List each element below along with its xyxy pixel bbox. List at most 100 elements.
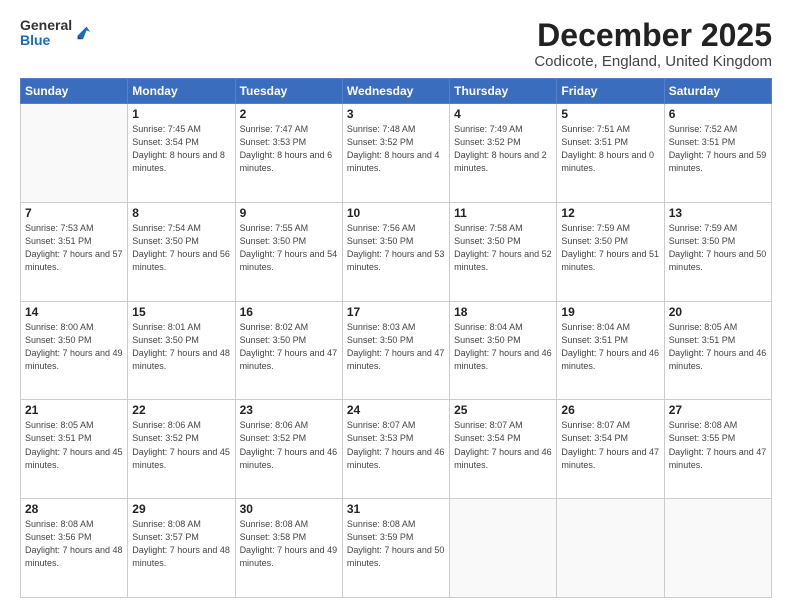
calendar-cell: 24 Sunrise: 8:07 AMSunset: 3:53 PMDayligh… [342, 400, 449, 499]
day-info: Sunrise: 8:06 AMSunset: 3:52 PMDaylight:… [132, 419, 230, 471]
logo-text: General Blue [20, 18, 72, 49]
page: General Blue December 2025 Codicote, Eng… [0, 0, 792, 612]
day-info: Sunrise: 8:08 AMSunset: 3:56 PMDaylight:… [25, 518, 123, 570]
calendar-cell: 22 Sunrise: 8:06 AMSunset: 3:52 PMDayligh… [128, 400, 235, 499]
header-friday: Friday [557, 79, 664, 104]
day-number: 21 [25, 403, 123, 417]
calendar-week-1: 7Sunrise: 7:53 AMSunset: 3:51 PMDaylight… [21, 202, 772, 301]
day-info: Sunrise: 8:07 AMSunset: 3:53 PMDaylight:… [347, 419, 445, 471]
day-number: 16 [240, 305, 338, 319]
subtitle: Codicote, England, United Kingdom [534, 53, 772, 70]
calendar-cell: 10 Sunrise: 7:56 AMSunset: 3:50 PMDayligh… [342, 202, 449, 301]
calendar-cell: 5 Sunrise: 7:51 AMSunset: 3:51 PMDaylight… [557, 104, 664, 203]
calendar-cell: 13 Sunrise: 7:59 AMSunset: 3:50 PMDayligh… [664, 202, 771, 301]
day-number: 20 [669, 305, 767, 319]
calendar-week-0: 1Sunrise: 7:45 AMSunset: 3:54 PMDaylight… [21, 104, 772, 203]
day-number: 22 [132, 403, 230, 417]
day-info: Sunrise: 8:07 AMSunset: 3:54 PMDaylight:… [561, 419, 659, 471]
calendar-cell: 8Sunrise: 7:54 AMSunset: 3:50 PMDaylight… [128, 202, 235, 301]
day-number: 18 [454, 305, 552, 319]
calendar-cell: 4Sunrise: 7:49 AMSunset: 3:52 PMDaylight… [450, 104, 557, 203]
header-tuesday: Tuesday [235, 79, 342, 104]
day-number: 17 [347, 305, 445, 319]
calendar-cell: 25 Sunrise: 8:07 AMSunset: 3:54 PMDayligh… [450, 400, 557, 499]
calendar-cell: 11Sunrise: 7:58 AMSunset: 3:50 PMDayligh… [450, 202, 557, 301]
logo-blue: Blue [20, 33, 72, 48]
calendar-cell: 16 Sunrise: 8:02 AMSunset: 3:50 PMDayligh… [235, 301, 342, 400]
calendar-cell: 14Sunrise: 8:00 AMSunset: 3:50 PMDayligh… [21, 301, 128, 400]
day-number: 1 [132, 107, 230, 121]
day-number: 25 [454, 403, 552, 417]
day-number: 13 [669, 206, 767, 220]
day-number: 28 [25, 502, 123, 516]
day-number: 31 [347, 502, 445, 516]
day-info: Sunrise: 8:08 AMSunset: 3:57 PMDaylight:… [132, 518, 230, 570]
day-info: Sunrise: 8:01 AMSunset: 3:50 PMDaylight:… [132, 321, 230, 373]
logo: General Blue [20, 18, 92, 49]
day-info: Sunrise: 8:08 AMSunset: 3:55 PMDaylight:… [669, 419, 767, 471]
day-info: Sunrise: 8:05 AMSunset: 3:51 PMDaylight:… [669, 321, 767, 373]
calendar-cell: 29 Sunrise: 8:08 AMSunset: 3:57 PMDayligh… [128, 499, 235, 598]
day-number: 29 [132, 502, 230, 516]
day-number: 23 [240, 403, 338, 417]
calendar-header-row: Sunday Monday Tuesday Wednesday Thursday… [21, 79, 772, 104]
day-number: 7 [25, 206, 123, 220]
day-info: Sunrise: 8:06 AMSunset: 3:52 PMDaylight:… [240, 419, 338, 471]
day-info: Sunrise: 7:59 AMSunset: 3:50 PMDaylight:… [669, 222, 767, 274]
calendar-cell: 23 Sunrise: 8:06 AMSunset: 3:52 PMDayligh… [235, 400, 342, 499]
day-info: Sunrise: 7:48 AMSunset: 3:52 PMDaylight:… [347, 123, 445, 175]
day-number: 24 [347, 403, 445, 417]
calendar-cell: 12 Sunrise: 7:59 AMSunset: 3:50 PMDayligh… [557, 202, 664, 301]
header-monday: Monday [128, 79, 235, 104]
calendar-cell: 26 Sunrise: 8:07 AMSunset: 3:54 PMDayligh… [557, 400, 664, 499]
day-number: 10 [347, 206, 445, 220]
calendar-cell: 7Sunrise: 7:53 AMSunset: 3:51 PMDaylight… [21, 202, 128, 301]
day-number: 12 [561, 206, 659, 220]
day-info: Sunrise: 7:54 AMSunset: 3:50 PMDaylight:… [132, 222, 230, 274]
calendar-cell: 17 Sunrise: 8:03 AMSunset: 3:50 PMDayligh… [342, 301, 449, 400]
calendar-week-2: 14Sunrise: 8:00 AMSunset: 3:50 PMDayligh… [21, 301, 772, 400]
month-title: December 2025 [534, 18, 772, 53]
calendar-week-3: 21 Sunrise: 8:05 AMSunset: 3:51 PMDayligh… [21, 400, 772, 499]
day-number: 30 [240, 502, 338, 516]
day-info: Sunrise: 7:51 AMSunset: 3:51 PMDaylight:… [561, 123, 659, 175]
day-info: Sunrise: 8:07 AMSunset: 3:54 PMDaylight:… [454, 419, 552, 471]
day-info: Sunrise: 8:04 AMSunset: 3:50 PMDaylight:… [454, 321, 552, 373]
day-info: Sunrise: 8:05 AMSunset: 3:51 PMDaylight:… [25, 419, 123, 471]
day-info: Sunrise: 8:00 AMSunset: 3:50 PMDaylight:… [25, 321, 123, 373]
calendar-cell: 3 Sunrise: 7:48 AMSunset: 3:52 PMDaylight… [342, 104, 449, 203]
calendar-cell: 31Sunrise: 8:08 AMSunset: 3:59 PMDayligh… [342, 499, 449, 598]
calendar-cell [557, 499, 664, 598]
day-number: 11 [454, 206, 552, 220]
day-info: Sunrise: 8:02 AMSunset: 3:50 PMDaylight:… [240, 321, 338, 373]
day-number: 6 [669, 107, 767, 121]
header-wednesday: Wednesday [342, 79, 449, 104]
calendar-cell: 18 Sunrise: 8:04 AMSunset: 3:50 PMDayligh… [450, 301, 557, 400]
calendar-cell: 6Sunrise: 7:52 AMSunset: 3:51 PMDaylight… [664, 104, 771, 203]
day-info: Sunrise: 7:55 AMSunset: 3:50 PMDaylight:… [240, 222, 338, 274]
calendar-cell: 21 Sunrise: 8:05 AMSunset: 3:51 PMDayligh… [21, 400, 128, 499]
day-info: Sunrise: 7:47 AMSunset: 3:53 PMDaylight:… [240, 123, 338, 175]
day-info: Sunrise: 8:03 AMSunset: 3:50 PMDaylight:… [347, 321, 445, 373]
calendar-cell: 9 Sunrise: 7:55 AMSunset: 3:50 PMDaylight… [235, 202, 342, 301]
header-sunday: Sunday [21, 79, 128, 104]
day-number: 3 [347, 107, 445, 121]
title-area: December 2025 Codicote, England, United … [534, 18, 772, 70]
day-number: 19 [561, 305, 659, 319]
calendar-cell: 15 Sunrise: 8:01 AMSunset: 3:50 PMDayligh… [128, 301, 235, 400]
day-number: 26 [561, 403, 659, 417]
calendar-cell: 27Sunrise: 8:08 AMSunset: 3:55 PMDayligh… [664, 400, 771, 499]
calendar-cell [664, 499, 771, 598]
calendar-cell: 30Sunrise: 8:08 AMSunset: 3:58 PMDayligh… [235, 499, 342, 598]
header: General Blue December 2025 Codicote, Eng… [20, 18, 772, 70]
day-number: 15 [132, 305, 230, 319]
calendar-cell: 28 Sunrise: 8:08 AMSunset: 3:56 PMDayligh… [21, 499, 128, 598]
calendar-table: Sunday Monday Tuesday Wednesday Thursday… [20, 78, 772, 598]
day-info: Sunrise: 7:56 AMSunset: 3:50 PMDaylight:… [347, 222, 445, 274]
day-number: 9 [240, 206, 338, 220]
calendar-cell: 2Sunrise: 7:47 AMSunset: 3:53 PMDaylight… [235, 104, 342, 203]
day-number: 5 [561, 107, 659, 121]
day-info: Sunrise: 7:59 AMSunset: 3:50 PMDaylight:… [561, 222, 659, 274]
calendar-cell [450, 499, 557, 598]
day-info: Sunrise: 8:04 AMSunset: 3:51 PMDaylight:… [561, 321, 659, 373]
